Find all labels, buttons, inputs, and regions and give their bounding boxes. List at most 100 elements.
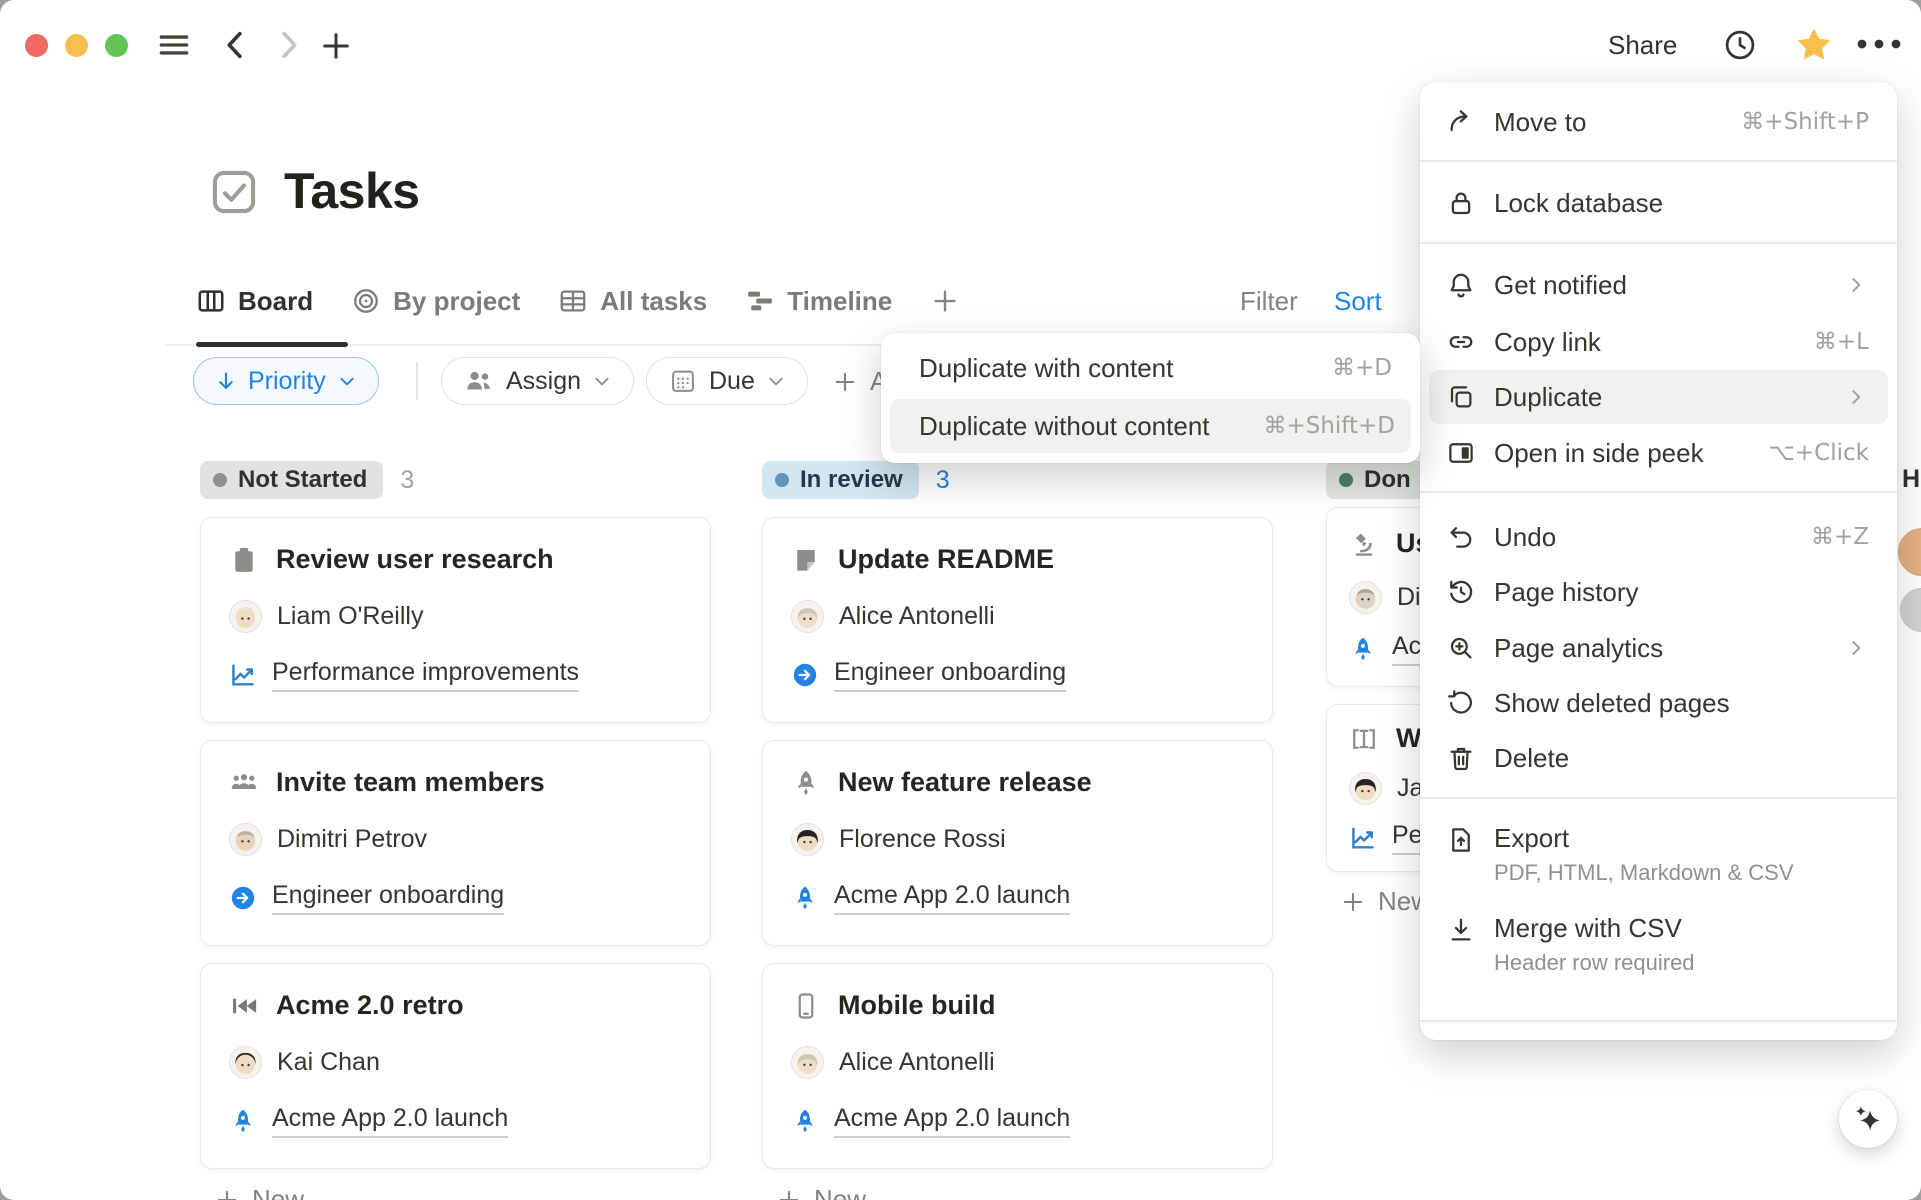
menu-item-move-to[interactable]: Move to ⌘+Shift+P xyxy=(1420,94,1897,150)
card-title: Update README xyxy=(838,544,1054,575)
shortcut: ⌘+Shift+D xyxy=(1263,413,1395,439)
rocket-icon xyxy=(791,884,819,912)
menu-item-duplicate[interactable]: Duplicate xyxy=(1429,370,1888,424)
task-card[interactable]: Acme 2.0 retro Kai Chan Acme App 2.0 lau… xyxy=(200,963,711,1169)
lock-icon xyxy=(1446,188,1476,218)
sort-chip-priority[interactable]: Priority xyxy=(193,357,379,405)
filter-chip-due[interactable]: Due xyxy=(646,357,808,405)
card-project-link[interactable]: Engineer onboarding xyxy=(791,658,1244,692)
menu-item-page-history[interactable]: Page history xyxy=(1420,564,1897,620)
card-title: Mobile build xyxy=(838,990,995,1021)
add-view-button[interactable] xyxy=(930,286,960,316)
menu-item-open-in-side-peek[interactable]: Open in side peek ⌥+Click xyxy=(1420,425,1897,481)
menu-item-duplicate-with-content[interactable]: Duplicate with content ⌘+D xyxy=(893,343,1408,393)
avatar xyxy=(791,1046,824,1079)
export-icon xyxy=(1446,825,1476,855)
calendar-icon xyxy=(669,367,697,395)
restore-icon xyxy=(1446,688,1476,718)
add-filter-button[interactable]: A xyxy=(832,366,887,397)
ai-assistant-button[interactable] xyxy=(1839,1090,1897,1148)
filter-button[interactable]: Filter xyxy=(1240,286,1298,317)
task-card[interactable]: New feature release Florence Rossi Acme … xyxy=(762,740,1273,946)
avatar xyxy=(229,1046,262,1079)
avatar xyxy=(1349,772,1382,805)
new-card-button[interactable]: New xyxy=(214,1184,304,1200)
back-button[interactable] xyxy=(222,28,248,62)
column-header-done[interactable]: Don xyxy=(1326,461,1427,499)
page-icon[interactable] xyxy=(208,166,260,218)
menu-item-page-analytics[interactable]: Page analytics xyxy=(1420,620,1897,676)
card-project-link[interactable]: Performance improvements xyxy=(229,658,682,692)
tab-board[interactable]: Board xyxy=(196,286,313,317)
favorite-button[interactable] xyxy=(1793,24,1835,66)
new-tab-button[interactable] xyxy=(318,28,354,64)
sort-button[interactable]: Sort xyxy=(1334,286,1382,317)
traffic-light-zoom[interactable] xyxy=(105,34,128,57)
chart-line-icon xyxy=(1349,824,1377,852)
menu-item-get-notified[interactable]: Get notified xyxy=(1420,257,1897,313)
updates-button[interactable] xyxy=(1722,27,1758,63)
menu-divider xyxy=(1420,242,1897,244)
page-analytics-icon xyxy=(1446,633,1476,663)
move-to-icon xyxy=(1446,107,1476,137)
shortcut: ⌘+L xyxy=(1814,329,1869,355)
new-card-button[interactable]: New xyxy=(1340,886,1430,917)
card-assignee: Alice Antonelli xyxy=(791,1046,1244,1079)
tab-all-tasks[interactable]: All tasks xyxy=(558,286,707,317)
tab-by-project[interactable]: By project xyxy=(351,286,520,317)
table-icon xyxy=(558,286,588,316)
column-header-not-started[interactable]: Not Started 3 xyxy=(200,461,414,499)
card-project-link[interactable]: Acme App 2.0 launch xyxy=(791,881,1244,915)
column-header-fragment: H xyxy=(1902,465,1920,494)
task-card[interactable]: Update README Alice Antonelli Engineer o… xyxy=(762,517,1273,723)
task-card[interactable]: Review user research Liam O'Reilly Perfo… xyxy=(200,517,711,723)
avatar xyxy=(791,823,824,856)
task-card[interactable]: Invite team members Dimitri Petrov Engin… xyxy=(200,740,711,946)
menu-item-merge-with-csv[interactable]: Merge with CSVHeader row required xyxy=(1420,912,1897,984)
menu-item-copy-link[interactable]: Copy link ⌘+L xyxy=(1420,314,1897,370)
menu-item-export[interactable]: ExportPDF, HTML, Markdown & CSV xyxy=(1420,822,1897,894)
plus-icon xyxy=(776,1187,802,1200)
card-assignee: Alice Antonelli xyxy=(791,600,1244,633)
shortcut: ⌘+Z xyxy=(1811,524,1869,550)
filter-chip-assign[interactable]: Assign xyxy=(441,357,634,405)
menu-item-show-deleted-pages[interactable]: Show deleted pages xyxy=(1420,675,1897,731)
traffic-light-minimize[interactable] xyxy=(65,34,88,57)
chip-divider xyxy=(416,362,418,400)
card-assignee: Liam O'Reilly xyxy=(229,600,682,633)
chevron-right-icon xyxy=(1843,384,1869,410)
card-project-link[interactable]: Engineer onboarding xyxy=(229,881,682,915)
chevron-down-icon xyxy=(593,372,611,390)
forward-button[interactable] xyxy=(276,28,302,62)
column-header-in-review[interactable]: In review 3 xyxy=(762,461,950,499)
card-assignee: Kai Chan xyxy=(229,1046,682,1079)
menu-item-undo[interactable]: Undo ⌘+Z xyxy=(1420,509,1897,565)
hamburger-icon xyxy=(154,26,194,64)
page-context-menu: Move to ⌘+Shift+P Lock database Get noti… xyxy=(1420,82,1897,1040)
menu-item-duplicate-without-content[interactable]: Duplicate without content ⌘+Shift+D xyxy=(890,399,1411,453)
chevron-right-icon xyxy=(1843,272,1869,298)
tab-timeline[interactable]: Timeline xyxy=(745,286,892,317)
avatar xyxy=(229,823,262,856)
card-assignee: Florence Rossi xyxy=(791,823,1244,856)
app-window: Share Tasks Board By project All tasks T… xyxy=(0,0,1921,1200)
chevron-right-icon xyxy=(1843,635,1869,661)
active-tab-underline xyxy=(196,342,348,347)
menu-item-lock-database[interactable]: Lock database xyxy=(1420,175,1897,231)
card-project-link[interactable]: Acme App 2.0 launch xyxy=(229,1104,682,1138)
ellipsis-icon xyxy=(1856,38,1902,50)
traffic-light-close[interactable] xyxy=(25,34,48,57)
card-project-link[interactable]: Acme App 2.0 launch xyxy=(791,1104,1244,1138)
card-title: Invite team members xyxy=(276,767,545,798)
new-card-button[interactable]: New xyxy=(776,1184,866,1200)
avatar xyxy=(1349,581,1382,614)
view-tabs: Board By project All tasks Timeline xyxy=(196,281,960,321)
more-button[interactable] xyxy=(1856,38,1902,50)
card-title: Review user research xyxy=(276,544,554,575)
note-icon xyxy=(791,545,821,575)
share-button[interactable]: Share xyxy=(1608,30,1677,61)
sidebar-toggle-button[interactable] xyxy=(154,26,194,64)
plus-icon xyxy=(214,1187,240,1200)
task-card[interactable]: Mobile build Alice Antonelli Acme App 2.… xyxy=(762,963,1273,1169)
menu-item-delete[interactable]: Delete xyxy=(1420,730,1897,786)
